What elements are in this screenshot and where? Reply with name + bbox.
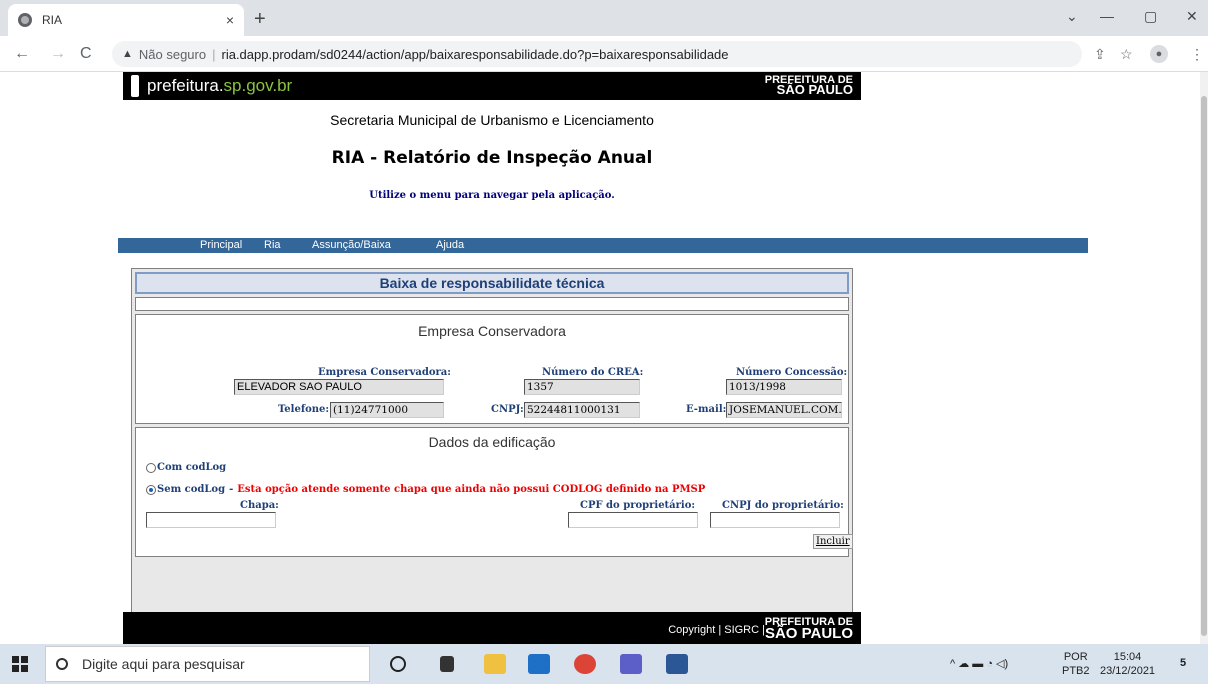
reload-icon[interactable]: C xyxy=(80,45,92,63)
windows-start-icon[interactable] xyxy=(12,656,28,672)
menu-item-ria[interactable]: Ria xyxy=(264,239,281,251)
edificacao-section-title: Dados da edificação xyxy=(428,434,556,450)
input-language[interactable]: POR PTB2 xyxy=(1062,650,1090,678)
footer-copyright: Copyright | SIGRC | xyxy=(668,624,765,636)
globe-icon xyxy=(18,13,32,27)
email-field[interactable]: JOSEMANUEL.COM.B xyxy=(726,402,842,418)
file-explorer-icon[interactable] xyxy=(484,654,506,674)
cnpj-proprietario-label: CNPJ do proprietário: xyxy=(722,500,844,511)
empresa-field[interactable]: ELEVADOR SAO PAULO xyxy=(234,379,444,395)
empty-row xyxy=(135,297,849,311)
radio-com-codlog[interactable]: Com codLog xyxy=(146,462,226,473)
menu-item-ajuda[interactable]: Ajuda xyxy=(436,239,464,251)
tab-close-icon[interactable]: × xyxy=(226,12,234,28)
radio-sem-codlog[interactable]: Sem codLog - Esta opção atende somente c… xyxy=(146,484,705,495)
search-icon xyxy=(56,658,68,670)
address-bar-row: ← → C ▲ Não seguro | ria.dapp.prodam/sd0… xyxy=(0,36,1208,72)
scrollbar-thumb[interactable] xyxy=(1201,96,1207,636)
taskbar-search-placeholder: Digite aqui para pesquisar xyxy=(82,656,245,672)
clock[interactable]: 15:04 23/12/2021 xyxy=(1100,650,1155,678)
forward-arrow-icon[interactable]: → xyxy=(50,45,66,63)
empresa-section: Empresa Conservadora Empresa Conservador… xyxy=(135,314,849,424)
tab-title: RIA xyxy=(42,13,63,27)
prefeitura-sp-logo: PREFEITURA DE SÃO PAULO xyxy=(764,74,853,97)
warning-icon: ▲ xyxy=(122,48,133,60)
prefeitura-emblem-icon xyxy=(131,75,139,97)
url-field[interactable]: ▲ Não seguro | ria.dapp.prodam/sd0244/ac… xyxy=(112,41,1082,67)
chapa-label: Chapa: xyxy=(240,500,279,511)
task-view-icon[interactable] xyxy=(440,656,454,672)
cnpj-field[interactable]: 52244811000131 xyxy=(524,402,640,418)
page-title: RIA - Relatório de Inspeção Anual xyxy=(331,148,653,168)
url-text: ria.dapp.prodam/sd0244/action/app/baixar… xyxy=(221,46,729,62)
email-label: E-mail: xyxy=(686,404,727,415)
share-icon[interactable]: ⇪ xyxy=(1094,46,1106,63)
tab-search-icon[interactable]: ⌄ xyxy=(1066,8,1078,25)
empresa-label: Empresa Conservadora: xyxy=(318,367,451,378)
incluir-button[interactable]: Incluir xyxy=(813,534,853,549)
windows-taskbar: Digite aqui para pesquisar ^ ☁ ▬ ◔ ◁) PO… xyxy=(0,644,1208,684)
menu-kebab-icon[interactable]: ⋮ xyxy=(1190,46,1204,63)
page-content: prefeitura.sp.gov.br PREFEITURA DE SÃO P… xyxy=(0,72,1200,644)
taskbar-search[interactable]: Digite aqui para pesquisar xyxy=(45,646,370,682)
cnpj-proprietario-input[interactable] xyxy=(710,512,840,528)
secretaria-title: Secretaria Municipal de Urbanismo e Lice… xyxy=(330,112,654,128)
notification-icon[interactable]: 5 xyxy=(1180,656,1186,670)
empresa-section-title: Empresa Conservadora xyxy=(418,323,566,339)
minimize-button[interactable]: — xyxy=(1100,8,1114,24)
main-menu: Principal Ria Assunção/Baixa Ajuda xyxy=(118,238,1088,253)
cpf-input[interactable] xyxy=(568,512,698,528)
codlog-warning-text: Esta opção atende somente chapa que aind… xyxy=(237,484,706,495)
teams-icon[interactable] xyxy=(620,654,642,674)
concessao-field[interactable]: 1013/1998 xyxy=(726,379,842,395)
new-tab-button[interactable]: + xyxy=(254,8,266,31)
bookmark-star-icon[interactable]: ☆ xyxy=(1120,46,1133,63)
chapa-input[interactable] xyxy=(146,512,276,528)
crea-field[interactable]: 1357 xyxy=(524,379,640,395)
radio-sem-codlog-label: Sem codLog xyxy=(157,484,226,495)
site-header: prefeitura.sp.gov.br PREFEITURA DE SÃO P… xyxy=(123,72,861,100)
form-title: Baixa de responsabilidate técnica xyxy=(135,272,849,294)
edificacao-section: Dados da edificação Com codLog Sem codLo… xyxy=(135,427,853,557)
tab-ria[interactable]: RIA × xyxy=(8,4,244,36)
telefone-label: Telefone: xyxy=(278,404,330,415)
footer-prefeitura-logo: PREFEITURA DE SÃO PAULO xyxy=(764,616,853,642)
radio-sem-dash: - xyxy=(229,484,234,495)
form-container: Baixa de responsabilidate técnica Empres… xyxy=(131,268,853,632)
outlook-icon[interactable] xyxy=(528,654,550,674)
chrome-icon[interactable] xyxy=(574,654,596,674)
site-footer: Copyright | SIGRC | PREFEITURA DE SÃO PA… xyxy=(123,612,861,644)
radio-com-codlog-label: Com codLog xyxy=(157,462,227,473)
concessao-label: Número Concessão: xyxy=(736,367,848,378)
navigation-hint: Utilize o menu para navegar pela aplicaç… xyxy=(369,190,615,201)
radio-sem-codlog-circle[interactable] xyxy=(146,484,156,495)
tab-bar: RIA × + ⌄ — ▢ ✕ xyxy=(0,0,1208,36)
profile-avatar-icon[interactable]: ● xyxy=(1150,45,1168,63)
site-logo[interactable]: prefeitura.sp.gov.br xyxy=(147,76,292,96)
back-arrow-icon[interactable]: ← xyxy=(14,45,30,63)
word-icon[interactable] xyxy=(666,654,688,674)
radio-com-codlog-circle[interactable] xyxy=(146,462,156,473)
url-separator: | xyxy=(212,46,216,62)
menu-item-principal[interactable]: Principal xyxy=(200,239,242,251)
cortana-icon[interactable] xyxy=(390,656,406,672)
menu-item-assuncao-baixa[interactable]: Assunção/Baixa xyxy=(312,239,391,251)
maximize-button[interactable]: ▢ xyxy=(1144,8,1157,25)
crea-label: Número do CREA: xyxy=(542,367,644,378)
security-label: Não seguro xyxy=(138,46,207,62)
close-window-button[interactable]: ✕ xyxy=(1186,8,1198,25)
cnpj-label: CNPJ: xyxy=(491,404,524,415)
telefone-field[interactable]: (11)24771000 xyxy=(330,402,444,418)
tray-icons[interactable]: ^ ☁ ▬ ◔ ◁) xyxy=(950,657,1008,671)
cpf-label: CPF do proprietário: xyxy=(580,500,696,511)
